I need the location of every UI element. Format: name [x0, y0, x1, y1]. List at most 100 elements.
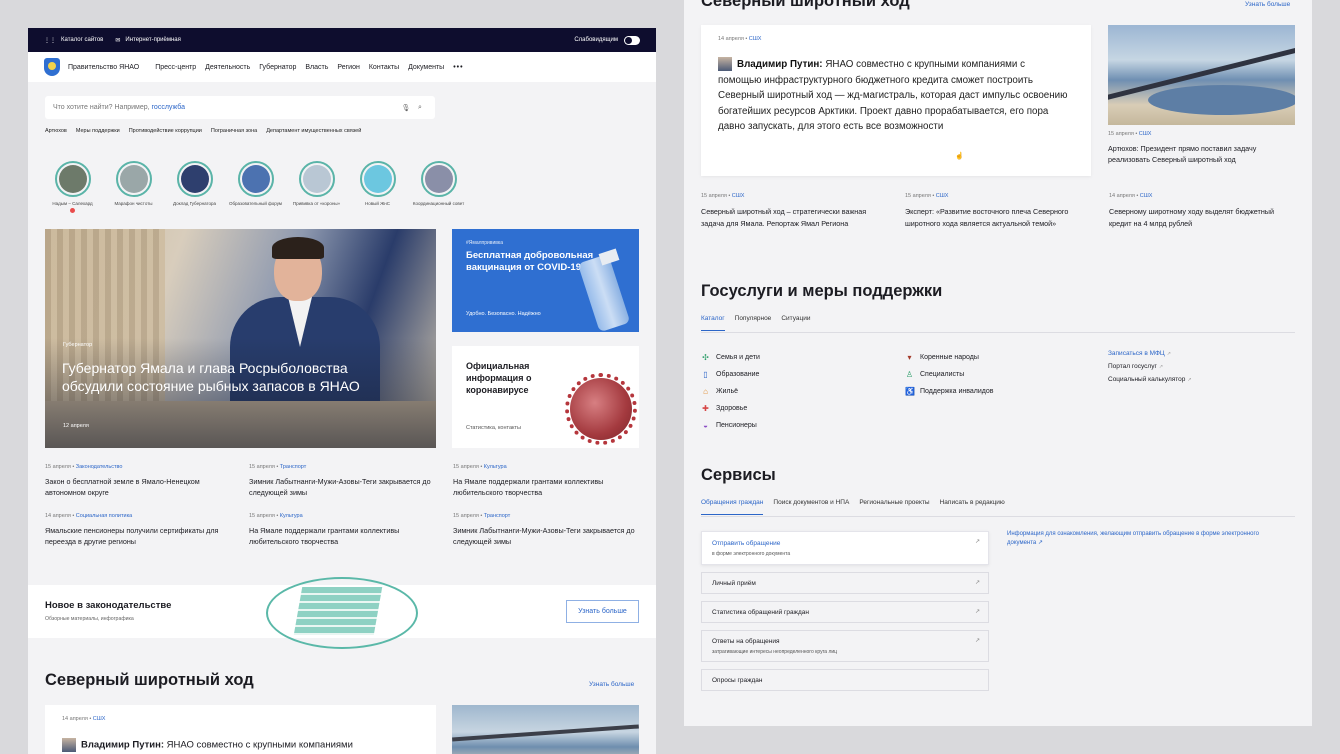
news-category[interactable]: Культура: [484, 464, 507, 470]
search-input[interactable]: Что хотите найти? Например, госслужба 🎙 …: [45, 96, 435, 119]
learn-more-button[interactable]: Узнать больше: [566, 600, 639, 623]
quick-link[interactable]: Пограничная зона: [211, 128, 257, 134]
tab-catalog[interactable]: Каталог: [701, 315, 725, 331]
tab-documents-search[interactable]: Поиск документов и НПА: [773, 499, 849, 515]
nav-item[interactable]: Власть: [305, 64, 328, 71]
news-item[interactable]: 14 апреля • Социальная политика Ямальские…: [45, 513, 249, 547]
service-item[interactable]: Ответы на обращения затрагивающие интерес…: [701, 630, 989, 662]
news-title[interactable]: Закон о бесплатной земле в Ямало-Ненецко…: [45, 476, 230, 498]
tab-situations[interactable]: Ситуации: [781, 315, 810, 331]
category-item[interactable]: ◒ Пенсионеры: [701, 419, 760, 431]
nav-item[interactable]: Губернатор: [259, 64, 296, 71]
nav-item[interactable]: Контакты: [369, 64, 399, 71]
category-item[interactable]: ♿ Поддержка инвалидов: [905, 385, 993, 397]
nav-item[interactable]: Пресс-центр: [155, 64, 196, 71]
news-item[interactable]: 15 апреля • Транспорт Зимник Лабытнанги-М…: [249, 464, 453, 498]
quick-link[interactable]: Артюхов: [45, 128, 67, 134]
news-item[interactable]: 15 апреля • Законодательство Закон о бесп…: [45, 464, 249, 498]
news-item[interactable]: 15 апреля • Культура На Ямале поддержали …: [453, 464, 641, 498]
news-item[interactable]: 15 апреля • СШХ Эксперт: «Развитие восточ…: [905, 193, 1109, 230]
more-menu-icon[interactable]: •••: [453, 64, 463, 71]
news-title[interactable]: Эксперт: «Развитие восточного плеча Севе…: [905, 206, 1090, 230]
news-category[interactable]: Законодательство: [76, 464, 123, 470]
crest-logo-icon[interactable]: [44, 58, 60, 76]
accessibility-icon: ♿: [905, 386, 915, 396]
nav-item[interactable]: Регион: [337, 64, 359, 71]
news-title[interactable]: Артюхов: Президент прямо поставил задачу…: [1108, 143, 1298, 165]
news-category[interactable]: СШХ: [1139, 131, 1152, 137]
service-item[interactable]: Статистика обращений граждан ↗: [701, 601, 989, 623]
story-item[interactable]: Надым – Салехард: [42, 161, 103, 213]
tab-appeals[interactable]: Обращения граждан: [701, 499, 764, 515]
category-item[interactable]: ♙ Специалисты: [905, 368, 993, 380]
news-item[interactable]: 15 апреля • СШХ Артюхов: Президент прямо…: [1108, 131, 1298, 165]
story-item[interactable]: Новый ЖнС: [347, 161, 408, 213]
story-item[interactable]: Координационный совет: [408, 161, 469, 213]
section-more-link[interactable]: Узнать больше: [1245, 1, 1290, 8]
category-item[interactable]: ▾ Коренные народы: [905, 351, 993, 363]
news-category[interactable]: СШХ: [732, 193, 745, 199]
external-link[interactable]: Записаться в МФЦ ↗: [1108, 350, 1192, 357]
nav-item[interactable]: Деятельность: [205, 64, 250, 71]
news-category[interactable]: Транспорт: [484, 513, 510, 519]
catalog-link[interactable]: ⋮⋮ Каталог сайтов: [44, 37, 103, 44]
bridge-photo[interactable]: [452, 705, 639, 754]
bridge-photo[interactable]: [1108, 25, 1295, 125]
quote-card[interactable]: 14 апреля • СШХ Владимир Путин: ЯНАО сов…: [701, 25, 1091, 176]
service-item[interactable]: Опросы граждан: [701, 669, 989, 691]
quick-link[interactable]: Меры поддержки: [76, 128, 120, 134]
story-item[interactable]: Марафон чистоты: [103, 161, 164, 213]
reception-link[interactable]: ✉ Интернет-приёмная: [115, 37, 181, 44]
quote-category[interactable]: СШХ: [93, 716, 106, 722]
hero-news-card[interactable]: Губернатор Губернатор Ямала и глава Роср…: [45, 229, 436, 448]
microphone-icon[interactable]: 🎙: [399, 104, 413, 112]
news-title[interactable]: Северный широтный ход – стратегически ва…: [701, 206, 886, 230]
news-title[interactable]: Зимник Лабытнанги-Мужи-Азовы-Теги закрыв…: [249, 476, 434, 498]
hero-title[interactable]: Губернатор Ямала и глава Росрыболовства …: [62, 359, 362, 395]
category-item[interactable]: ✚ Здоровье: [701, 402, 760, 414]
quote-category[interactable]: СШХ: [749, 36, 762, 42]
tab-write-editors[interactable]: Написать в редакцию: [940, 499, 1005, 515]
news-item[interactable]: 15 апреля • Культура На Ямале поддержали …: [249, 513, 453, 547]
news-date: 15 апреля: [453, 513, 479, 519]
tab-regional-projects[interactable]: Региональные проекты: [859, 499, 929, 515]
news-category[interactable]: СШХ: [1140, 193, 1153, 199]
hero-tag[interactable]: Губернатор: [63, 342, 92, 348]
news-title[interactable]: На Ямале поддержали грантами коллективы …: [453, 476, 638, 498]
category-item[interactable]: ⌂ Жильё: [701, 385, 760, 397]
story-item[interactable]: Образовательный форум: [225, 161, 286, 213]
news-category[interactable]: Культура: [280, 513, 303, 519]
author-photo: [62, 738, 76, 752]
quote-card[interactable]: 14 апреля • СШХ Владимир Путин: ЯНАО сов…: [45, 705, 436, 754]
news-item[interactable]: 14 апреля • СШХ Северному широтному ходу …: [1109, 193, 1297, 230]
service-item[interactable]: Личный приём ↗: [701, 572, 989, 594]
search-example[interactable]: госслужба: [152, 104, 185, 111]
news-category[interactable]: Социальная политика: [76, 513, 132, 519]
quick-link[interactable]: Департамент имущественных связей: [266, 128, 361, 134]
news-item[interactable]: 15 апреля • Транспорт Зимник Лабытнанги-М…: [453, 513, 641, 547]
news-category[interactable]: СШХ: [936, 193, 949, 199]
news-category[interactable]: Транспорт: [280, 464, 306, 470]
news-item[interactable]: 15 апреля • СШХ Северный широтный ход – с…: [701, 193, 905, 230]
nav-item[interactable]: Документы: [408, 64, 444, 71]
quick-link[interactable]: Противодействие коррупции: [129, 128, 202, 134]
news-title[interactable]: На Ямале поддержали грантами коллективы …: [249, 525, 434, 547]
search-icon[interactable]: ⌕: [413, 104, 427, 112]
story-item[interactable]: Прививка от «короны»: [286, 161, 347, 213]
vaccination-card[interactable]: #Ямалпрививка Бесплатная добровольная ва…: [452, 229, 639, 332]
external-link[interactable]: Портал госуслуг ↗: [1108, 363, 1192, 370]
story-item[interactable]: Доклад Губернатора: [164, 161, 225, 213]
service-item[interactable]: Отправить обращение в форме электронного …: [701, 531, 989, 565]
category-item[interactable]: ✣ Семья и дети: [701, 351, 760, 363]
low-vision-toggle[interactable]: [624, 35, 640, 45]
news-title[interactable]: Северному широтному ходу выделят бюджетн…: [1109, 206, 1294, 230]
section-more-link[interactable]: Узнать больше: [589, 681, 634, 688]
brand-name[interactable]: Правительство ЯНАО: [68, 64, 139, 71]
coronavirus-card[interactable]: Официальная информация о коронавирусе Ст…: [452, 346, 639, 448]
category-item[interactable]: ▯ Образование: [701, 368, 760, 380]
tab-popular[interactable]: Популярное: [735, 315, 772, 331]
news-title[interactable]: Ямальские пенсионеры получили сертификат…: [45, 525, 230, 547]
appeals-info-link[interactable]: Информация для ознакомления, желающим от…: [1007, 530, 1287, 548]
external-link[interactable]: Социальный калькулятор ↗: [1108, 376, 1192, 383]
news-title[interactable]: Зимник Лабытнанги-Мужи-Азовы-Теги закрыв…: [453, 525, 638, 547]
